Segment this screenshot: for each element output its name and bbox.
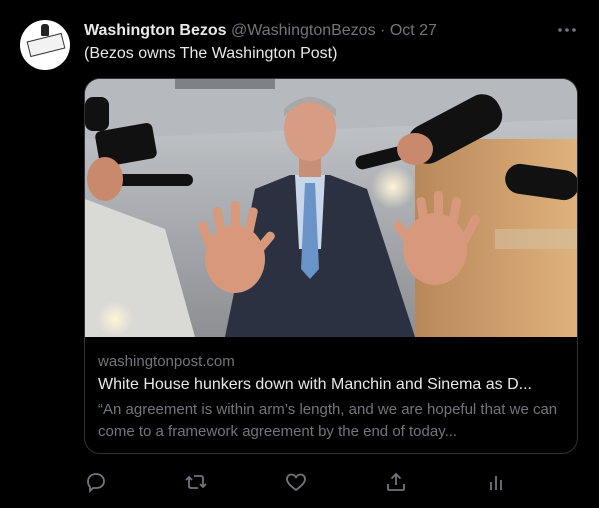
tweet[interactable]: Washington Bezos @WashingtonBezos · Oct … <box>0 0 599 508</box>
link-card[interactable]: washingtonpost.com White House hunkers d… <box>84 78 578 454</box>
avatar-logo-card <box>26 32 66 58</box>
display-name[interactable]: Washington Bezos <box>84 22 227 39</box>
tweet-text: (Bezos owns The Washington Post) <box>84 45 338 62</box>
avatar-figure <box>41 24 49 36</box>
tweet-actions <box>84 470 578 494</box>
card-title[interactable]: White House hunkers down with Manchin an… <box>98 376 566 394</box>
avatar[interactable] <box>20 20 70 70</box>
retweet-icon[interactable] <box>184 470 208 494</box>
heart-icon[interactable] <box>284 470 308 494</box>
analytics-icon[interactable] <box>484 470 508 494</box>
user-handle[interactable]: @WashingtonBezos <box>231 22 376 39</box>
share-icon[interactable] <box>384 470 408 494</box>
card-domain: washingtonpost.com <box>98 353 235 370</box>
header-separator: · <box>380 22 386 39</box>
reply-icon[interactable] <box>84 470 108 494</box>
tweet-date[interactable]: Oct 27 <box>390 22 437 39</box>
tweet-header: Washington Bezos @WashingtonBezos · Oct … <box>84 20 579 42</box>
card-image[interactable] <box>85 79 577 337</box>
card-description: “An agreement is within arm’s length, an… <box>98 401 558 440</box>
more-options-icon[interactable] <box>555 18 579 42</box>
